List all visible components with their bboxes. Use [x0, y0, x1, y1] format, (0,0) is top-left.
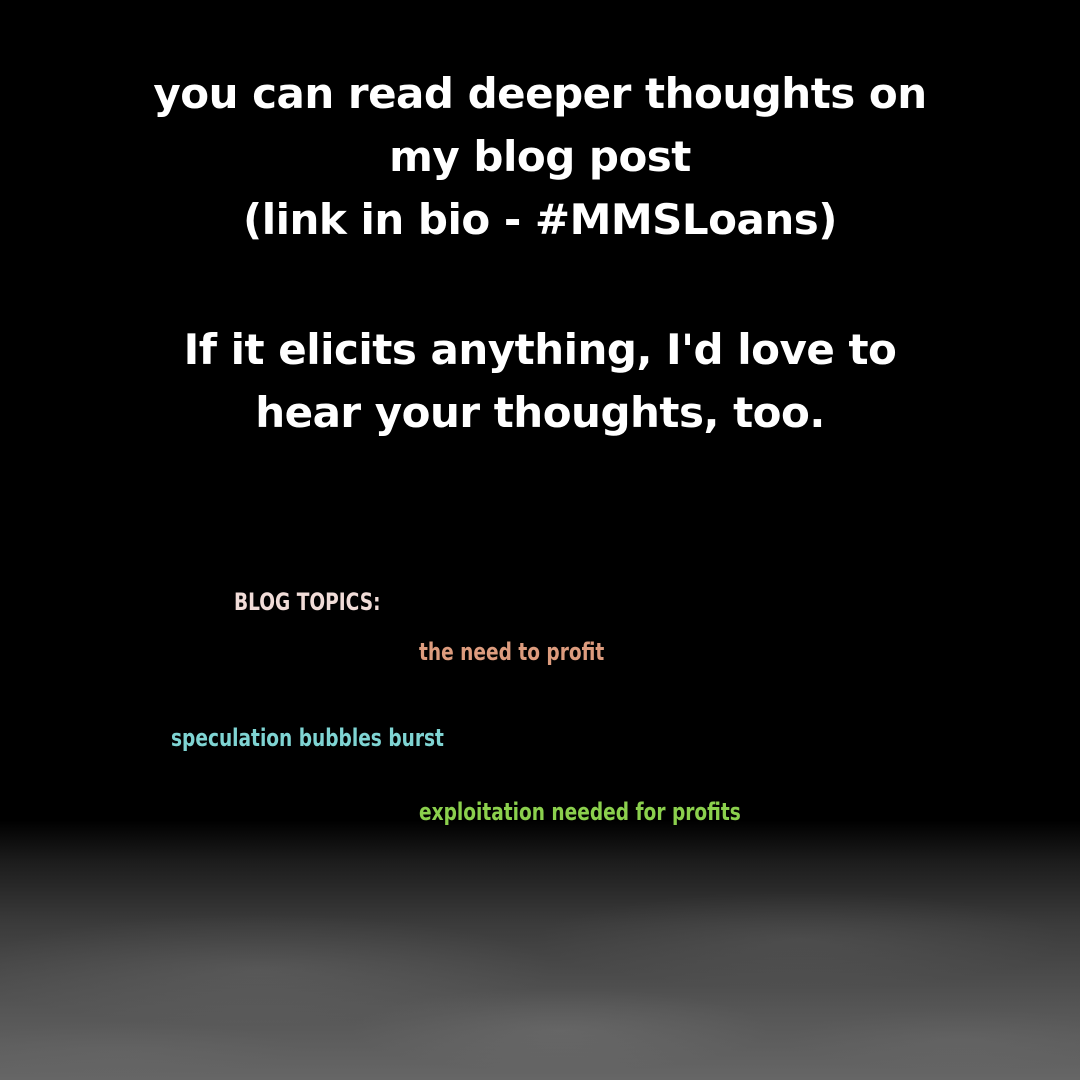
headline-line-2: my blog post: [389, 132, 691, 181]
invitation-text: If it elicits anything, I'd love to hear…: [0, 318, 1080, 444]
headline-line-3: (link in bio - #MMSLoans): [243, 195, 837, 244]
social-post-canvas: you can read deeper thoughts on my blog …: [0, 0, 1080, 1080]
headline-line-1: you can read deeper thoughts on: [153, 69, 927, 118]
blog-topics-label: BLOG TOPICS:: [234, 588, 381, 616]
blog-topic-need-to-profit: the need to profit: [419, 638, 605, 666]
blog-topic-exploitation: exploitation needed for profits: [419, 798, 741, 826]
invitation-line-1: If it elicits anything, I'd love to: [183, 325, 897, 374]
invitation-line-2: hear your thoughts, too.: [255, 388, 825, 437]
concrete-floor-background: [0, 820, 1080, 1080]
blog-topic-speculation-bubbles: speculation bubbles burst: [171, 724, 444, 752]
headline: you can read deeper thoughts on my blog …: [0, 62, 1080, 251]
